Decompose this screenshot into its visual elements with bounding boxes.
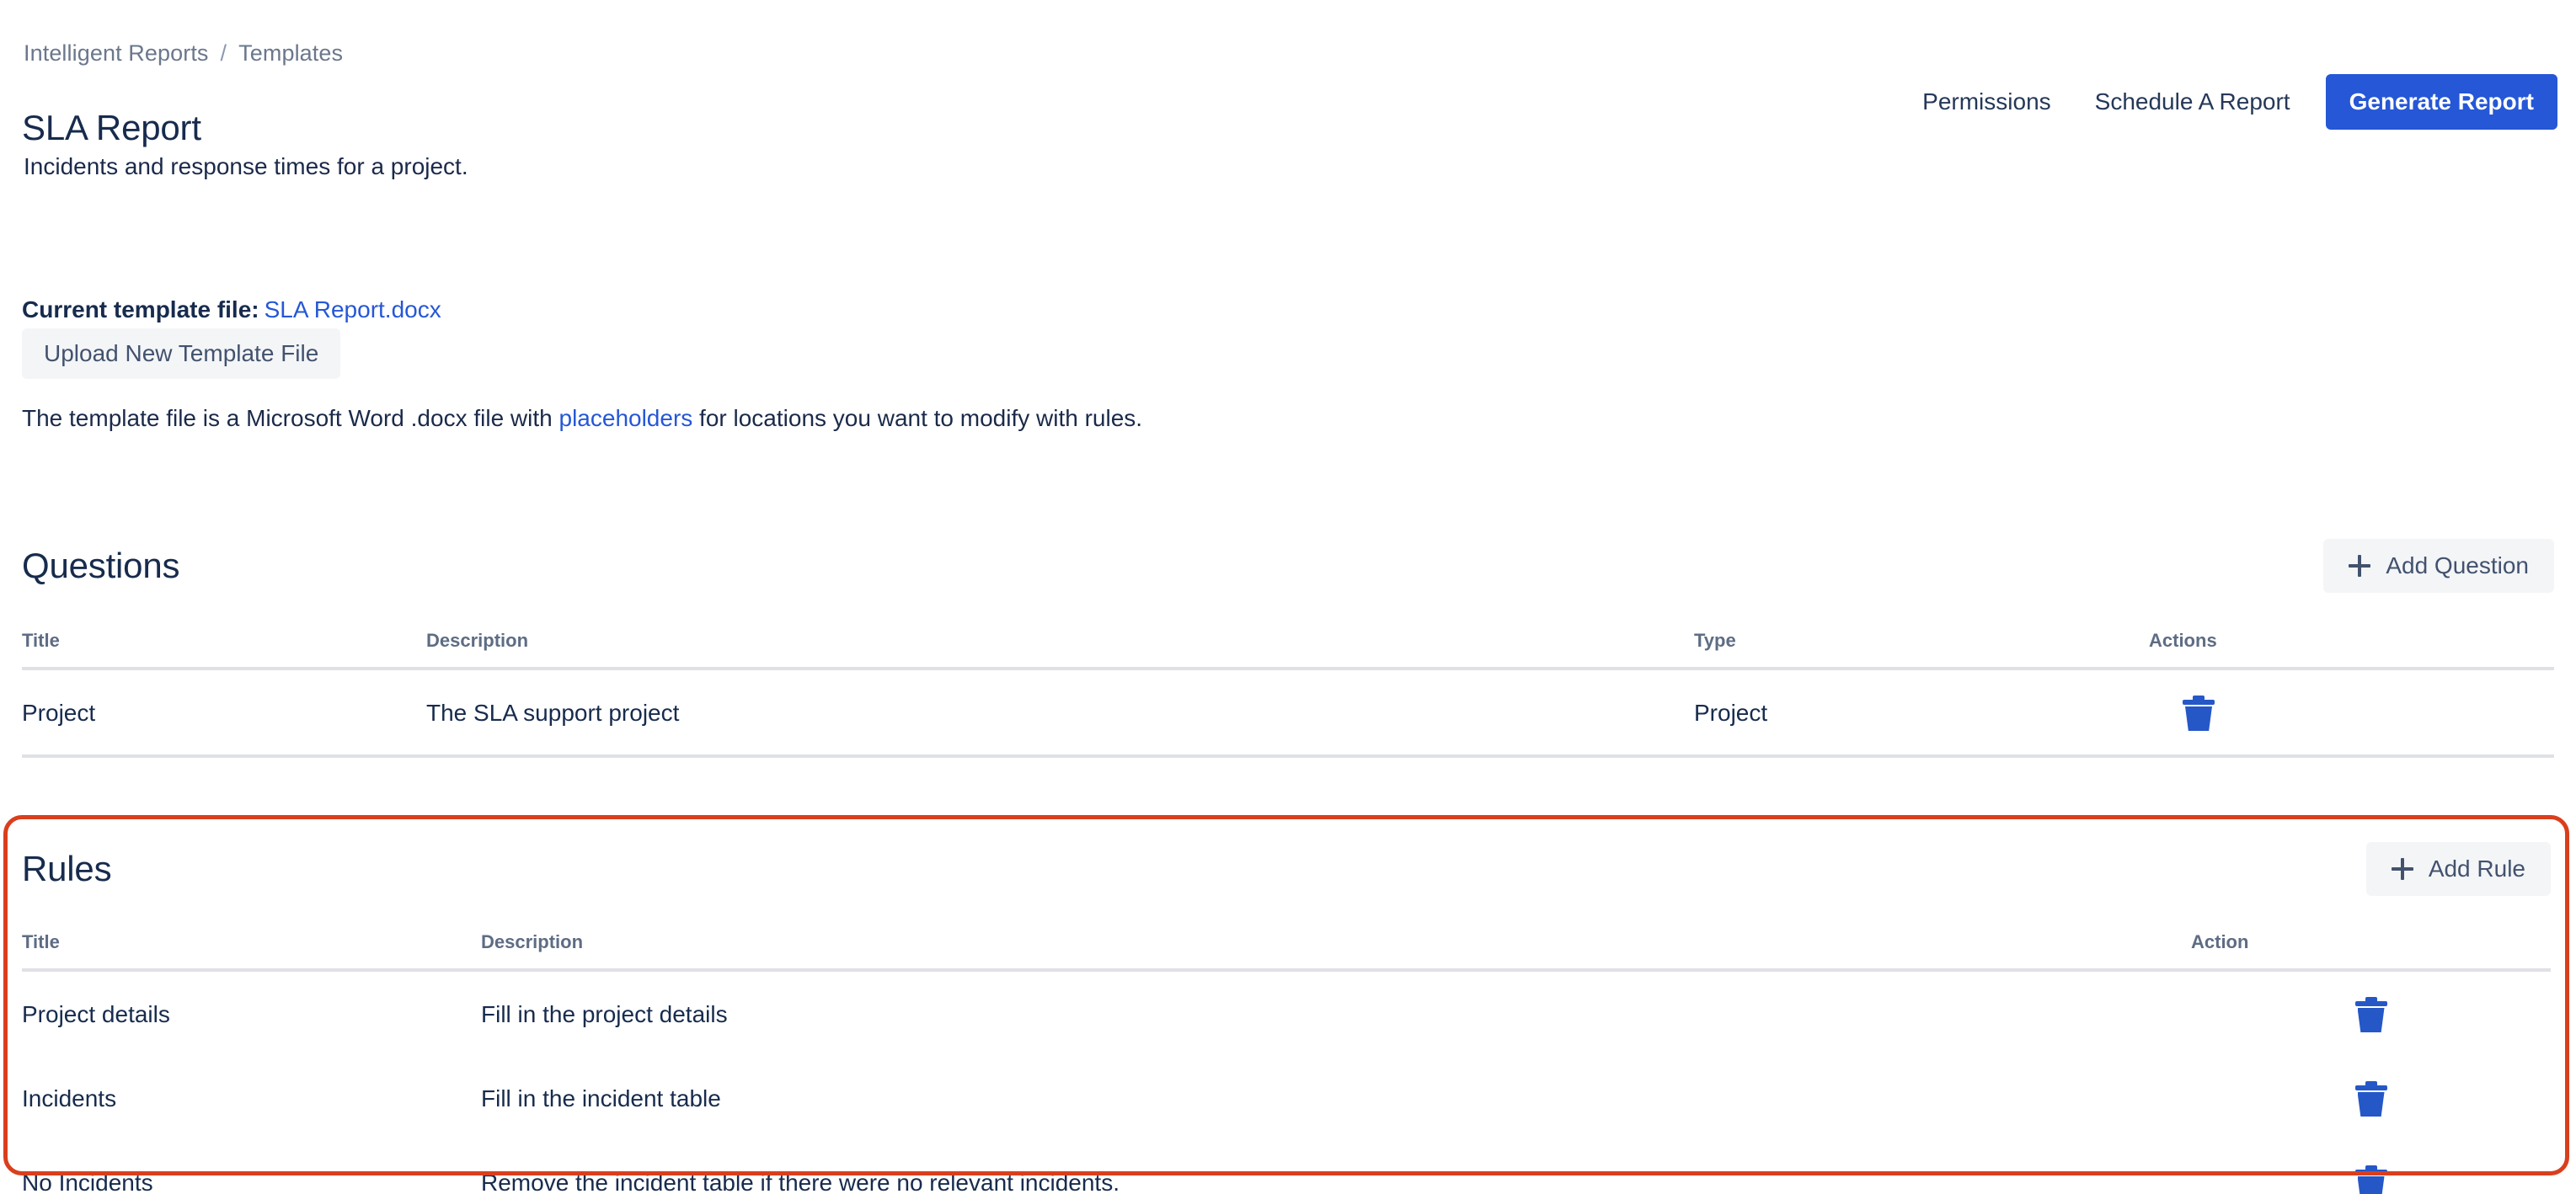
table-row: Project The SLA support project Project	[22, 669, 2554, 756]
rules-title: Rules	[22, 849, 111, 889]
page-title: SLA Report	[22, 108, 201, 148]
page-subtitle: Incidents and response times for a proje…	[24, 153, 468, 180]
rule-action-cell	[2191, 1140, 2551, 1194]
rule-title-cell: Incidents	[22, 1056, 481, 1140]
trash-icon[interactable]	[2355, 1081, 2387, 1117]
breadcrumb-separator: /	[221, 40, 227, 67]
generate-report-button[interactable]: Generate Report	[2326, 74, 2557, 130]
questions-section-header: Questions Add Question	[22, 539, 2554, 593]
current-template-file-label: Current template file:	[22, 296, 259, 322]
plus-icon	[2392, 858, 2413, 880]
add-rule-button[interactable]: Add Rule	[2366, 842, 2551, 896]
add-rule-label: Add Rule	[2429, 856, 2525, 882]
placeholders-link[interactable]: placeholders	[559, 405, 693, 431]
upload-new-template-file-button[interactable]: Upload New Template File	[22, 328, 340, 379]
rule-description-cell: Fill in the project details	[481, 970, 2191, 1056]
question-type-cell: Project	[1694, 669, 2149, 756]
questions-table-header-row: Title Description Type Actions	[22, 630, 2554, 669]
template-detail-page: Intelligent Reports / Templates SLA Repo…	[0, 0, 2576, 1194]
rules-section-header: Rules Add Rule	[22, 842, 2551, 896]
questions-col-description: Description	[426, 630, 1694, 669]
breadcrumb: Intelligent Reports / Templates	[24, 40, 343, 67]
header-actions: Permissions Schedule A Report Generate R…	[1900, 74, 2557, 130]
rule-action-cell	[2191, 1056, 2551, 1140]
question-actions-cell	[2149, 669, 2554, 756]
rules-col-action: Action	[2191, 931, 2551, 970]
questions-col-type: Type	[1694, 630, 2149, 669]
rules-col-title: Title	[22, 931, 481, 970]
questions-section: Questions Add Question Title Description…	[22, 539, 2554, 758]
trash-icon[interactable]	[2355, 997, 2387, 1032]
question-title-cell: Project	[22, 669, 426, 756]
trash-icon[interactable]	[2183, 696, 2215, 731]
template-file-hint: The template file is a Microsoft Word .d…	[22, 405, 1142, 432]
table-row: Project details Fill in the project deta…	[22, 970, 2551, 1056]
breadcrumb-item-templates[interactable]: Templates	[238, 40, 343, 67]
plus-icon	[2349, 555, 2370, 577]
current-template-file-line: Current template file:SLA Report.docx	[22, 296, 441, 323]
template-hint-prefix: The template file is a Microsoft Word .d…	[22, 405, 559, 431]
add-question-label: Add Question	[2386, 552, 2529, 579]
questions-col-title: Title	[22, 630, 426, 669]
rule-action-cell	[2191, 970, 2551, 1056]
rules-table-header-row: Title Description Action	[22, 931, 2551, 970]
rule-title-cell: No Incidents	[22, 1140, 481, 1194]
questions-table: Title Description Type Actions Project T…	[22, 630, 2554, 758]
trash-icon[interactable]	[2355, 1165, 2387, 1194]
questions-title: Questions	[22, 546, 179, 586]
add-question-button[interactable]: Add Question	[2323, 539, 2554, 593]
rules-col-description: Description	[481, 931, 2191, 970]
table-row: Incidents Fill in the incident table	[22, 1056, 2551, 1140]
rules-section: Rules Add Rule Title Description Action	[22, 842, 2551, 1194]
table-row: No Incidents Remove the incident table i…	[22, 1140, 2551, 1194]
schedule-a-report-button[interactable]: Schedule A Report	[2073, 77, 2312, 127]
questions-col-actions: Actions	[2149, 630, 2554, 669]
rule-description-cell: Remove the incident table if there were …	[481, 1140, 2191, 1194]
template-hint-suffix: for locations you want to modify with ru…	[692, 405, 1142, 431]
permissions-button[interactable]: Permissions	[1900, 77, 2072, 127]
rules-table: Title Description Action Project details…	[22, 931, 2551, 1194]
rule-description-cell: Fill in the incident table	[481, 1056, 2191, 1140]
breadcrumb-item-intelligent-reports[interactable]: Intelligent Reports	[24, 40, 209, 67]
current-template-file-link[interactable]: SLA Report.docx	[265, 296, 441, 322]
rule-title-cell: Project details	[22, 970, 481, 1056]
question-description-cell: The SLA support project	[426, 669, 1694, 756]
